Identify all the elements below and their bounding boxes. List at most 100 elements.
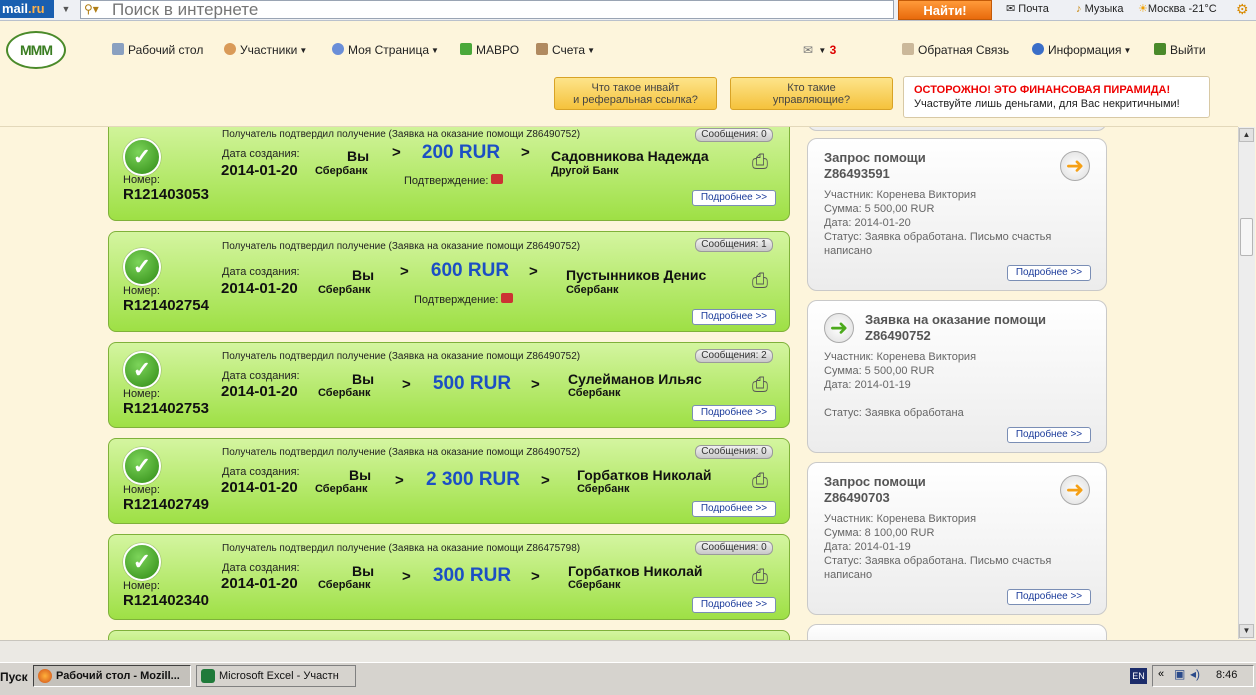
notifications[interactable]: ✉ ▼ 3 — [803, 42, 836, 58]
notifications-icon: ✉ — [803, 43, 814, 57]
transfer-card: ✓ Номер: R121402754 Получатель подтверди… — [108, 231, 790, 332]
caret-down-icon: ▼ — [587, 46, 596, 55]
taskbar-item-excel[interactable]: Microsoft Excel - Участн — [196, 665, 356, 687]
printer-icon[interactable]: ⎙ — [747, 269, 773, 293]
language-indicator[interactable]: EN — [1130, 668, 1147, 684]
more-button[interactable]: Подробнее >> — [692, 405, 776, 421]
transfer-number: R121402754 — [123, 297, 209, 314]
search-icon[interactable]: ⚲▾ — [84, 1, 110, 17]
transfer-amount: 500 RUR — [432, 373, 512, 394]
transfer-card: ✓ Номер: R121403053 Получатель подтверди… — [108, 127, 790, 221]
caret-down-icon: ▼ — [299, 46, 308, 55]
more-button[interactable]: Подробнее >> — [1007, 265, 1091, 281]
weather-widget[interactable]: ☀Москва -21°C — [1138, 0, 1217, 18]
mail-link[interactable]: ✉ Почта — [1006, 0, 1049, 18]
printer-icon[interactable]: ⎙ — [747, 150, 773, 174]
recipient-name: Сулейманов Ильяс — [568, 371, 702, 387]
managers-info-button[interactable]: Кто такие управляющие? — [730, 77, 893, 110]
request-id: Z86493591 — [824, 166, 890, 181]
request-title: Заявка на оказание помощи — [865, 312, 1047, 327]
request-sum: Сумма: 5 500,00 RUR — [824, 365, 935, 377]
taskbar-item-firefox[interactable]: Рабочий стол - Mozill... — [33, 665, 191, 687]
arrow-separator: > — [402, 376, 411, 393]
messages-badge[interactable]: Сообщения: 0 — [695, 541, 773, 555]
attachment-icon[interactable] — [501, 293, 514, 303]
attachment-icon[interactable] — [491, 174, 504, 184]
excel-icon — [201, 669, 215, 683]
music-link[interactable]: ♪ Музыка — [1076, 0, 1123, 18]
transfer-note: Получатель подтвердил получение (Заявка … — [222, 241, 581, 252]
messages-badge[interactable]: Сообщения: 0 — [695, 445, 773, 459]
envelope-icon: ✉ — [1006, 3, 1016, 15]
request-panel: ➜ Заявка на оказание помощи Z86490752 Уч… — [807, 300, 1107, 453]
settings-icon[interactable]: ⚙ — [1236, 0, 1249, 18]
recipient-name: Горбатков Николай — [568, 563, 703, 579]
arrow-separator: > — [395, 472, 404, 489]
nav-info[interactable]: Информация ▼ — [1032, 42, 1131, 58]
messages-badge[interactable]: Сообщения: 1 — [695, 238, 773, 252]
more-button[interactable]: Подробнее >> — [1007, 589, 1091, 605]
nav-desktop[interactable]: Рабочий стол — [112, 42, 203, 58]
nav-logout[interactable]: Выйти — [1154, 42, 1206, 58]
request-participant: Участник: Коренева Виктория — [824, 351, 977, 363]
recipient-name: Садовникова Надежда — [551, 148, 709, 164]
nav-accounts[interactable]: Счета ▼ — [536, 42, 595, 58]
start-button[interactable]: Пуск — [0, 665, 28, 689]
request-panel: Запрос помощи Z86493591 ➜ Участник: Коре… — [807, 138, 1107, 291]
messages-badge[interactable]: Сообщения: 0 — [695, 128, 773, 142]
scrollbar-thumb[interactable] — [1240, 218, 1253, 256]
arrow-separator: > — [392, 144, 401, 161]
more-button[interactable]: Подробнее >> — [1007, 427, 1091, 443]
check-icon: ✓ — [123, 447, 161, 485]
search-button[interactable]: Найти! — [898, 0, 992, 20]
search-input[interactable] — [112, 0, 882, 19]
logout-icon — [1154, 43, 1166, 55]
site-logo[interactable]: MMM — [6, 31, 66, 69]
scroll-down-icon[interactable]: ▼ — [1239, 624, 1254, 638]
more-button[interactable]: Подробнее >> — [692, 309, 776, 325]
arrow-right-green-icon[interactable]: ➜ — [824, 313, 854, 343]
transfer-amount: 300 RUR — [432, 565, 512, 586]
volume-icon[interactable]: ◂) — [1190, 667, 1200, 681]
sender-bank: Сбербанк — [315, 483, 368, 495]
nav-participants[interactable]: Участники ▼ — [224, 42, 307, 58]
more-button[interactable]: Подробнее >> — [692, 190, 776, 206]
nav-feedback[interactable]: Обратная Связь — [902, 42, 1009, 58]
date-label: Дата создания: — [222, 266, 300, 278]
sender-bank: Сбербанк — [318, 284, 371, 296]
nav-mavro[interactable]: МАВРО — [460, 42, 519, 58]
confirmation-label: Подтверждение: — [404, 174, 504, 187]
users-icon — [224, 43, 236, 55]
vertical-scrollbar[interactable] — [1238, 127, 1255, 639]
more-button[interactable]: Подробнее >> — [692, 501, 776, 517]
request-status: Статус: Заявка обработана — [824, 407, 964, 419]
network-icon[interactable]: ▣ — [1174, 667, 1185, 681]
number-label: Номер: — [123, 484, 160, 496]
arrow-right-orange-icon[interactable]: ➜ — [1060, 151, 1090, 181]
messages-badge[interactable]: Сообщения: 2 — [695, 349, 773, 363]
arrow-separator: > — [529, 263, 538, 280]
arrow-separator: > — [400, 263, 409, 280]
recipient-bank: Сбербанк — [568, 387, 621, 399]
request-id: Z86490752 — [865, 328, 931, 343]
request-date: Дата: 2014-01-19 — [824, 541, 911, 553]
number-label: Номер: — [123, 285, 160, 297]
printer-icon[interactable]: ⎙ — [747, 565, 773, 589]
transfer-date: 2014-01-20 — [221, 280, 298, 297]
more-button[interactable]: Подробнее >> — [692, 597, 776, 613]
printer-icon[interactable]: ⎙ — [747, 469, 773, 493]
arrow-right-orange-icon[interactable]: ➜ — [1060, 475, 1090, 505]
pyramid-warning: ОСТОРОЖНО! ЭТО ФИНАНСОВАЯ ПИРАМИДА! Учас… — [903, 76, 1210, 118]
scroll-up-icon[interactable]: ▲ — [1239, 128, 1254, 142]
nav-my-page[interactable]: Моя Страница ▼ — [332, 42, 439, 58]
sender: Вы — [347, 148, 370, 164]
tray-expand-icon[interactable]: « — [1158, 668, 1164, 680]
request-status: Статус: Заявка обработана. Письмо счасть… — [824, 555, 1052, 567]
invite-info-button[interactable]: Что такое инвайт и реферальная ссылка? — [554, 77, 717, 110]
request-status-cont: написано — [824, 569, 873, 581]
request-sum: Сумма: 8 100,00 RUR — [824, 527, 935, 539]
check-icon: ✓ — [123, 248, 161, 286]
chevron-down-icon[interactable]: ▼ — [58, 0, 74, 18]
printer-icon[interactable]: ⎙ — [747, 373, 773, 397]
mailru-logo[interactable]: mail.ru — [0, 0, 54, 18]
